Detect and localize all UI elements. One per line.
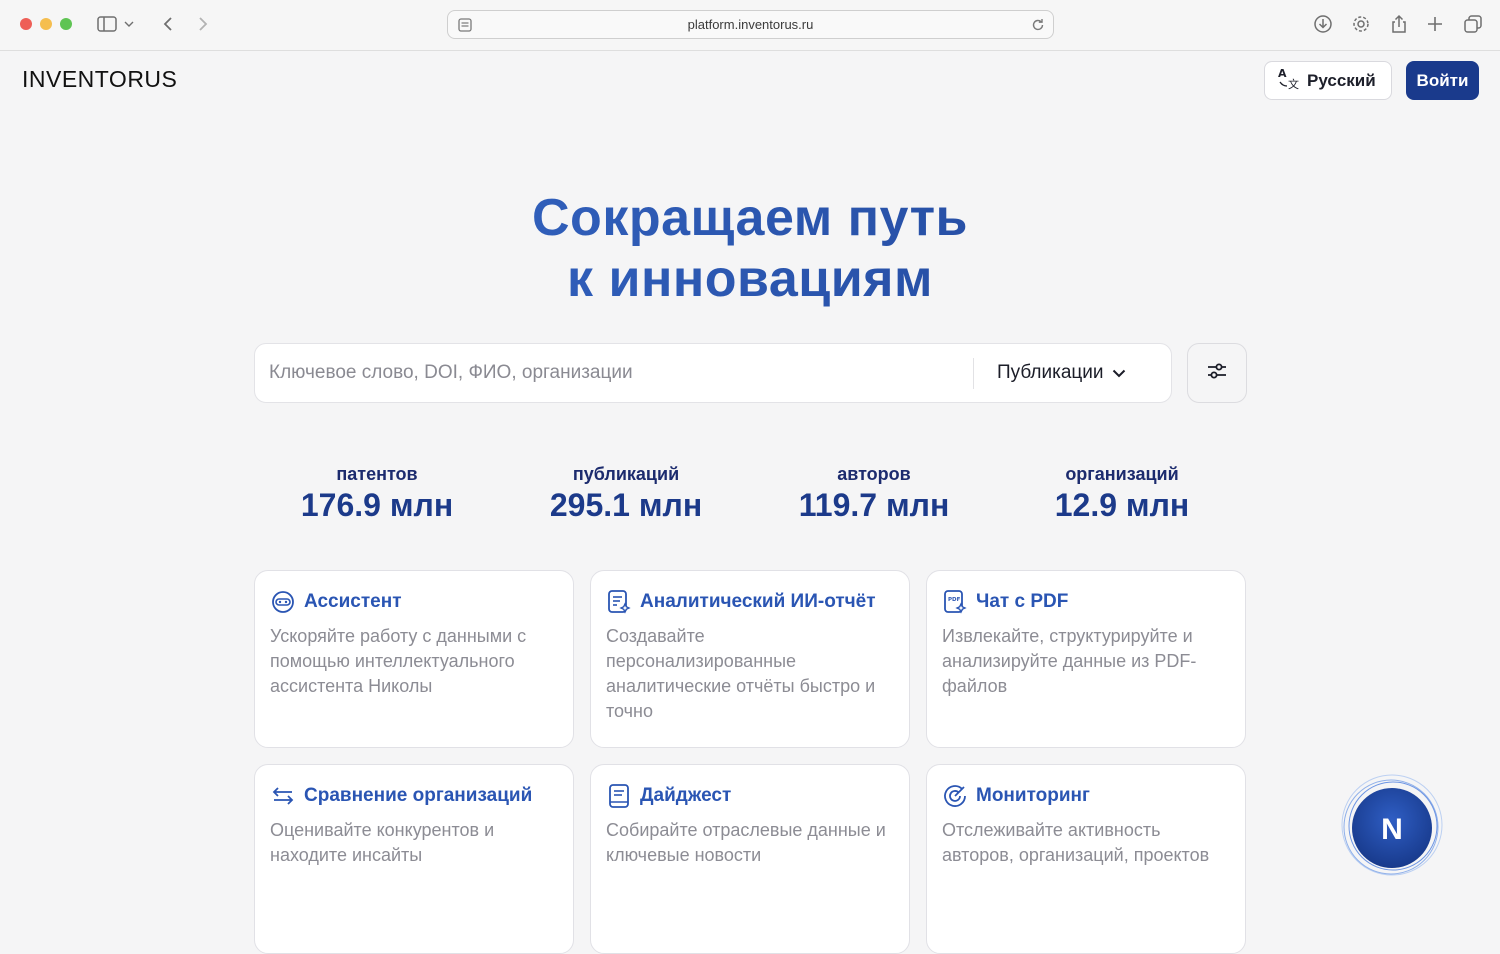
card-title: Сравнение организаций bbox=[304, 785, 533, 806]
stat-value: 176.9 млн bbox=[300, 487, 454, 523]
stat-value: 12.9 млн bbox=[1054, 487, 1190, 523]
sidebar-toggle-icon[interactable] bbox=[95, 12, 119, 36]
site-logo[interactable]: INVENTORUS bbox=[22, 66, 177, 93]
svg-text:PDF: PDF bbox=[948, 597, 961, 603]
stat-label: авторов bbox=[837, 464, 911, 484]
stat-publications: публикаций 295.1 млн bbox=[516, 464, 736, 524]
stat-value: 295.1 млн bbox=[549, 487, 703, 523]
stat-label: организаций bbox=[1065, 464, 1179, 484]
card-digest[interactable]: Дайджест Собирайте отраслевые данные и к… bbox=[590, 764, 910, 954]
svg-text:文: 文 bbox=[1288, 77, 1299, 90]
stat-label: публикаций bbox=[572, 464, 680, 484]
chevron-down-icon bbox=[1112, 362, 1126, 384]
minimize-window-button[interactable] bbox=[40, 18, 52, 30]
card-org-compare[interactable]: Сравнение организаций Оценивайте конкуре… bbox=[254, 764, 574, 954]
card-description: Создавайте персонализированные аналитиче… bbox=[606, 626, 876, 721]
new-tab-icon[interactable] bbox=[1423, 12, 1447, 36]
search-category-label: Публикации bbox=[997, 362, 1104, 383]
report-icon bbox=[606, 589, 632, 615]
search-divider bbox=[973, 358, 974, 389]
stat-organizations: организаций 12.9 млн bbox=[1012, 464, 1232, 524]
card-title: Дайджест bbox=[640, 785, 732, 806]
forward-icon[interactable] bbox=[191, 12, 215, 36]
card-description: Оценивайте конкурентов и находите инсайт… bbox=[270, 820, 495, 865]
card-title: Аналитический ИИ-отчёт bbox=[640, 591, 876, 612]
address-bar[interactable]: platform.inventorus.ru bbox=[447, 10, 1054, 39]
browser-toolbar: platform.inventorus.ru bbox=[0, 0, 1500, 51]
zoom-window-button[interactable] bbox=[60, 18, 72, 30]
stat-label: патентов bbox=[336, 464, 418, 484]
login-button[interactable]: Войти bbox=[1406, 61, 1479, 100]
close-window-button[interactable] bbox=[20, 18, 32, 30]
gear-icon[interactable] bbox=[1349, 12, 1373, 36]
card-ai-report[interactable]: Аналитический ИИ-отчёт Создавайте персон… bbox=[590, 570, 910, 748]
stat-patents: патентов 176.9 млн bbox=[267, 464, 487, 524]
chevron-down-icon[interactable] bbox=[122, 12, 136, 36]
filters-button[interactable] bbox=[1187, 343, 1247, 403]
card-title: Чат с PDF bbox=[976, 591, 1069, 612]
share-icon[interactable] bbox=[1387, 12, 1411, 36]
hero-title-line-2: к инновациям bbox=[0, 249, 1500, 310]
assistant-fab-button[interactable]: N bbox=[1340, 773, 1444, 877]
compare-icon bbox=[270, 783, 296, 809]
language-button[interactable]: A文 Русский bbox=[1264, 61, 1392, 100]
pdf-icon: PDF bbox=[942, 589, 968, 615]
sliders-icon bbox=[1206, 361, 1228, 386]
card-title: Мониторинг bbox=[976, 785, 1090, 806]
url-text: platform.inventorus.ru bbox=[687, 17, 814, 32]
hero-title-line-1: Сокращаем путь bbox=[0, 188, 1500, 249]
card-description: Отслеживайте активность авторов, организ… bbox=[942, 820, 1210, 865]
tabs-overview-icon[interactable] bbox=[1461, 12, 1485, 36]
search-input[interactable] bbox=[269, 344, 959, 402]
hero-title: Сокращаем путь к инновациям bbox=[0, 188, 1500, 310]
card-description: Извлекайте, структурируйте и анализируйт… bbox=[942, 626, 1197, 696]
download-icon[interactable] bbox=[1311, 12, 1335, 36]
svg-text:A: A bbox=[1278, 67, 1287, 80]
card-description: Ускоряйте работу с данными с помощью инт… bbox=[270, 626, 527, 696]
stat-value: 119.7 млн bbox=[798, 487, 950, 523]
card-pdf-chat[interactable]: PDF Чат с PDF Извлекайте, структурируйте… bbox=[926, 570, 1246, 748]
fab-letter: N bbox=[1381, 813, 1403, 846]
search-bar: Публикации bbox=[254, 343, 1172, 403]
translate-icon: A文 bbox=[1277, 66, 1301, 95]
language-label: Русский bbox=[1307, 70, 1376, 90]
card-monitoring[interactable]: Мониторинг Отслеживайте активность автор… bbox=[926, 764, 1246, 954]
card-description: Собирайте отраслевые данные и ключевые н… bbox=[606, 820, 886, 865]
digest-icon bbox=[606, 783, 632, 809]
card-title: Ассистент bbox=[304, 591, 402, 612]
assistant-icon bbox=[270, 589, 296, 615]
search-category-select[interactable]: Публикации bbox=[997, 344, 1126, 402]
monitoring-icon bbox=[942, 783, 968, 809]
card-assistant[interactable]: Ассистент Ускоряйте работу с данными с п… bbox=[254, 570, 574, 748]
back-icon[interactable] bbox=[156, 12, 180, 36]
reload-icon[interactable] bbox=[1029, 16, 1047, 34]
stat-authors: авторов 119.7 млн bbox=[764, 464, 984, 524]
